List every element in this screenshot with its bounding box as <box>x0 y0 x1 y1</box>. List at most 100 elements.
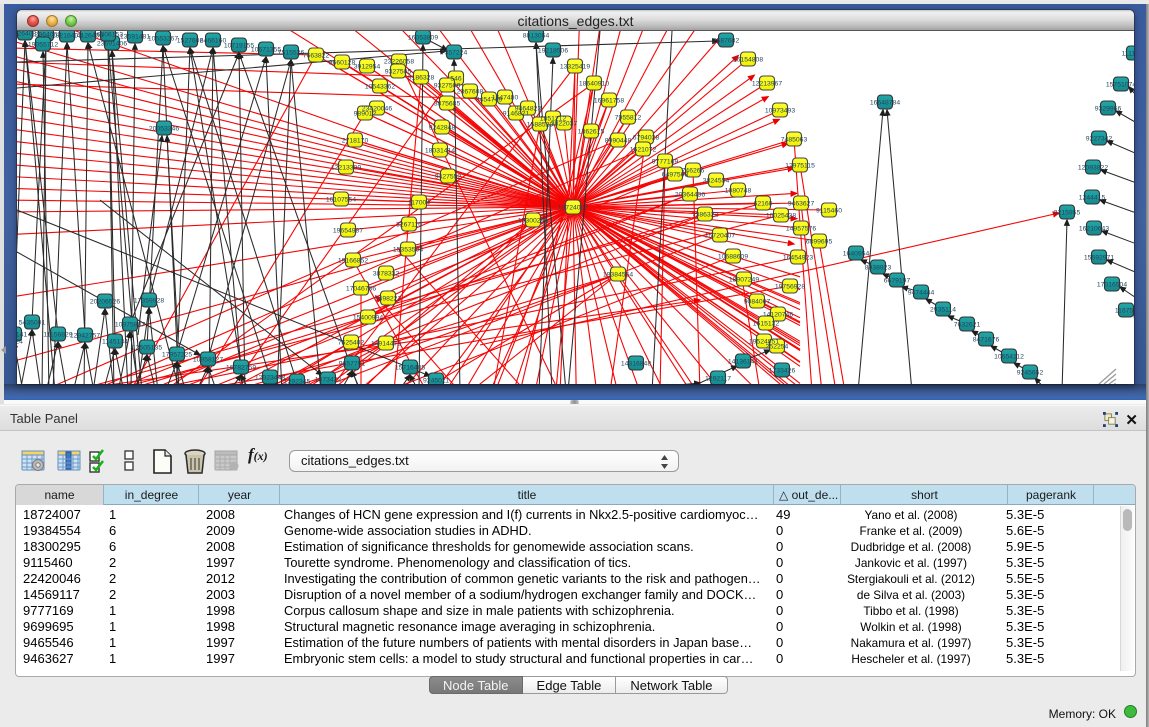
svg-text:10719155: 10719155 <box>224 43 254 50</box>
svg-text:16961758: 16961758 <box>594 98 624 105</box>
svg-text:14136141: 14136141 <box>728 359 758 366</box>
svg-text:117004: 117004 <box>408 200 430 207</box>
svg-text:7632621: 7632621 <box>954 322 981 329</box>
svg-text:17016504: 17016504 <box>1097 282 1127 289</box>
svg-text:5435001: 5435001 <box>19 320 46 327</box>
svg-text:1588520: 1588520 <box>527 122 554 129</box>
svg-text:7357224: 7357224 <box>441 50 468 57</box>
svg-text:19166852: 19166852 <box>338 258 368 265</box>
svg-text:8660128: 8660128 <box>329 60 356 67</box>
svg-text:16306153: 16306153 <box>93 32 123 39</box>
svg-text:9657791: 9657791 <box>339 361 366 368</box>
svg-text:1873422: 1873422 <box>315 377 342 384</box>
svg-text:9084067: 9084067 <box>744 299 771 306</box>
svg-text:19055712: 19055712 <box>28 42 58 49</box>
svg-text:1292117: 1292117 <box>705 376 731 383</box>
svg-text:7485063: 7485063 <box>781 137 808 144</box>
svg-text:9464823: 9464823 <box>515 106 542 113</box>
svg-text:17359928: 17359928 <box>134 298 164 305</box>
svg-text:16107554: 16107554 <box>326 197 356 204</box>
svg-text:9245011: 9245011 <box>423 378 449 385</box>
svg-text:15300295: 15300295 <box>518 218 548 225</box>
svg-text:10958127: 10958127 <box>193 357 223 364</box>
svg-text:16782759: 16782759 <box>226 365 256 372</box>
svg-text:3267110: 3267110 <box>396 222 422 229</box>
svg-text:16053809: 16053809 <box>408 35 438 42</box>
svg-text:1111704: 1111704 <box>1122 51 1134 58</box>
svg-text:2935114: 2935114 <box>930 307 956 314</box>
svg-text:3824554: 3824554 <box>703 178 730 185</box>
svg-text:546: 546 <box>450 76 462 83</box>
svg-text:9474444: 9474444 <box>908 290 935 297</box>
svg-text:12923448: 12923448 <box>255 375 285 382</box>
svg-text:7515526: 7515526 <box>278 50 305 57</box>
svg-text:10671355: 10671355 <box>251 47 281 54</box>
svg-text:17046786: 17046786 <box>346 286 376 293</box>
svg-text:7663822: 7663822 <box>303 53 330 60</box>
svg-text:14120746: 14120746 <box>763 312 793 319</box>
svg-text:1244415: 1244415 <box>1079 195 1106 202</box>
svg-text:9245652: 9245652 <box>1017 370 1044 377</box>
svg-text:14316848: 14316848 <box>621 361 651 368</box>
svg-text:3875685: 3875685 <box>434 101 461 108</box>
svg-text:18640910: 18640910 <box>579 81 609 88</box>
svg-text:989012: 989012 <box>354 111 377 118</box>
svg-text:3915141: 3915141 <box>17 332 27 339</box>
svg-text:16154808: 16154808 <box>733 57 763 64</box>
svg-text:20206526: 20206526 <box>90 299 120 306</box>
svg-text:16648784: 16648784 <box>870 100 900 107</box>
svg-text:14957576: 14957576 <box>786 226 816 233</box>
svg-text:6466160: 6466160 <box>200 38 227 45</box>
svg-text:10553267: 10553267 <box>148 36 178 43</box>
svg-text:17113824: 17113824 <box>17 339 23 346</box>
svg-text:10654112: 10654112 <box>994 354 1024 361</box>
svg-text:7386322: 7386322 <box>692 212 719 219</box>
svg-text:6794028: 6794028 <box>633 135 660 142</box>
svg-text:1621072: 1621072 <box>630 147 657 154</box>
svg-text:10543362: 10543362 <box>365 84 395 91</box>
svg-text:12505135: 12505135 <box>132 345 162 352</box>
svg-text:12213967: 12213967 <box>752 81 782 88</box>
svg-text:1615132: 1615132 <box>753 321 780 328</box>
svg-text:10973493: 10973493 <box>765 108 795 115</box>
svg-text:20364436: 20364436 <box>675 192 705 199</box>
svg-text:2367608: 2367608 <box>457 89 484 96</box>
svg-text:19384554: 19384554 <box>603 272 633 279</box>
svg-text:18724007: 18724007 <box>558 205 588 212</box>
svg-text:17957225: 17957225 <box>162 352 192 359</box>
svg-text:8813054: 8813054 <box>523 33 550 40</box>
svg-text:7955812: 7955812 <box>615 115 642 122</box>
svg-text:12093822: 12093822 <box>1078 165 1108 172</box>
svg-text:16454923: 16454923 <box>783 255 813 262</box>
svg-text:252254: 252254 <box>766 344 789 351</box>
svg-text:9777169: 9777169 <box>652 159 679 166</box>
svg-text:15400994: 15400994 <box>353 315 383 322</box>
svg-text:6497568: 6497568 <box>662 172 689 179</box>
svg-text:1080748: 1080748 <box>725 188 752 195</box>
svg-text:8186328: 8186328 <box>408 75 435 82</box>
svg-text:9227342: 9227342 <box>1086 136 1113 143</box>
svg-text:3822037: 3822037 <box>551 121 578 128</box>
svg-text:18031414: 18031414 <box>425 148 455 155</box>
svg-text:10975887: 10975887 <box>115 322 145 329</box>
svg-text:9115460: 9115460 <box>816 208 842 215</box>
svg-text:9329966: 9329966 <box>1095 106 1122 113</box>
svg-text:3215955: 3215955 <box>1054 210 1081 217</box>
svg-text:16210643: 16210643 <box>1079 226 1109 233</box>
svg-text:14914479: 14914479 <box>371 341 401 348</box>
svg-text:12213309: 12213309 <box>331 165 361 172</box>
svg-text:15353594: 15353594 <box>393 247 423 254</box>
svg-text:15716485: 15716485 <box>395 365 425 372</box>
svg-text:6899695: 6899695 <box>806 239 833 246</box>
svg-text:13591481: 13591481 <box>120 34 150 41</box>
svg-text:1640954: 1640954 <box>843 251 870 258</box>
svg-text:19756928: 19756928 <box>775 284 805 291</box>
svg-text:1362615: 1362615 <box>578 129 605 136</box>
svg-text:15720407: 15720407 <box>705 233 735 240</box>
svg-text:116753: 116753 <box>1115 308 1134 315</box>
svg-text:19654987: 19654987 <box>333 228 363 235</box>
svg-text:15751074: 15751074 <box>1106 82 1134 89</box>
svg-text:11156829: 11156829 <box>43 332 72 339</box>
svg-text:1547480: 1547480 <box>492 95 519 102</box>
svg-text:18907249: 18907249 <box>729 277 759 284</box>
